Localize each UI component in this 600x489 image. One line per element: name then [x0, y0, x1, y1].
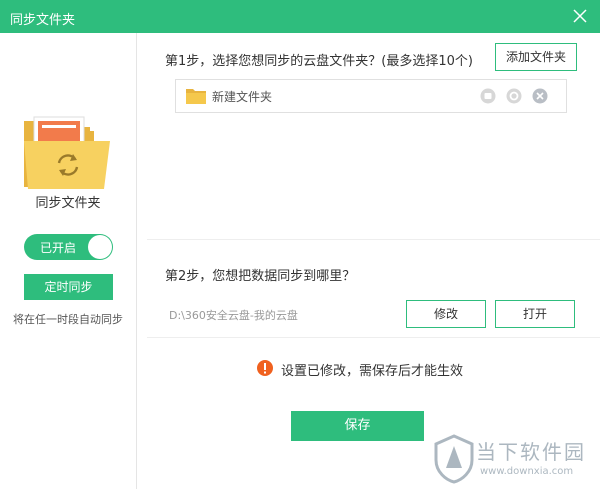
watermark-logo: 当下软件园 www.downxia.com: [432, 430, 600, 489]
step2-text: 第2步，您想把数据同步到哪里？: [165, 269, 356, 284]
divider: [147, 239, 600, 240]
folder-name: 新建文件夹: [212, 90, 273, 104]
sync-hint: 将在任一时段自动同步: [13, 313, 123, 326]
toggle-knob: [88, 235, 112, 259]
close-icon[interactable]: [572, 8, 588, 24]
info-icon[interactable]: [480, 88, 496, 104]
folder-icon: [186, 89, 206, 104]
auto-sync-toggle[interactable]: 已开启: [24, 234, 113, 260]
open-button[interactable]: 打开: [495, 300, 575, 328]
watermark-url: www.downxia.com: [480, 466, 574, 477]
divider: [147, 337, 600, 338]
modify-button[interactable]: 修改: [406, 300, 486, 328]
sync-path: D:\360安全云盘-我的云盘: [169, 309, 298, 322]
watermark-text: 当下软件园: [476, 440, 586, 464]
timed-sync-button[interactable]: 定时同步: [24, 274, 113, 300]
watermark-shield-icon: [434, 434, 474, 484]
main-panel: 第1步，选择您想同步的云盘文件夹？(最多选择10个) 添加文件夹 新建文件夹 第…: [137, 33, 600, 489]
sidebar: 同步文件夹 已开启 定时同步 将在任一时段自动同步: [0, 33, 137, 489]
folder-sync-icon: [24, 116, 110, 189]
warning-icon: [257, 360, 273, 376]
save-button[interactable]: 保存: [291, 411, 424, 441]
notice-text: 设置已修改，需保存后才能生效: [281, 364, 464, 379]
title-bar: 同步文件夹: [0, 0, 600, 33]
add-folder-button[interactable]: 添加文件夹: [495, 43, 577, 71]
settings-icon[interactable]: [506, 88, 522, 104]
toggle-label: 已开启: [40, 241, 77, 255]
sidebar-title: 同步文件夹: [35, 196, 101, 211]
step1-text: 第1步，选择您想同步的云盘文件夹？(最多选择10个): [165, 54, 473, 69]
window-title: 同步文件夹: [10, 13, 76, 28]
folder-list-item[interactable]: 新建文件夹: [175, 79, 567, 113]
remove-icon[interactable]: [532, 88, 548, 104]
